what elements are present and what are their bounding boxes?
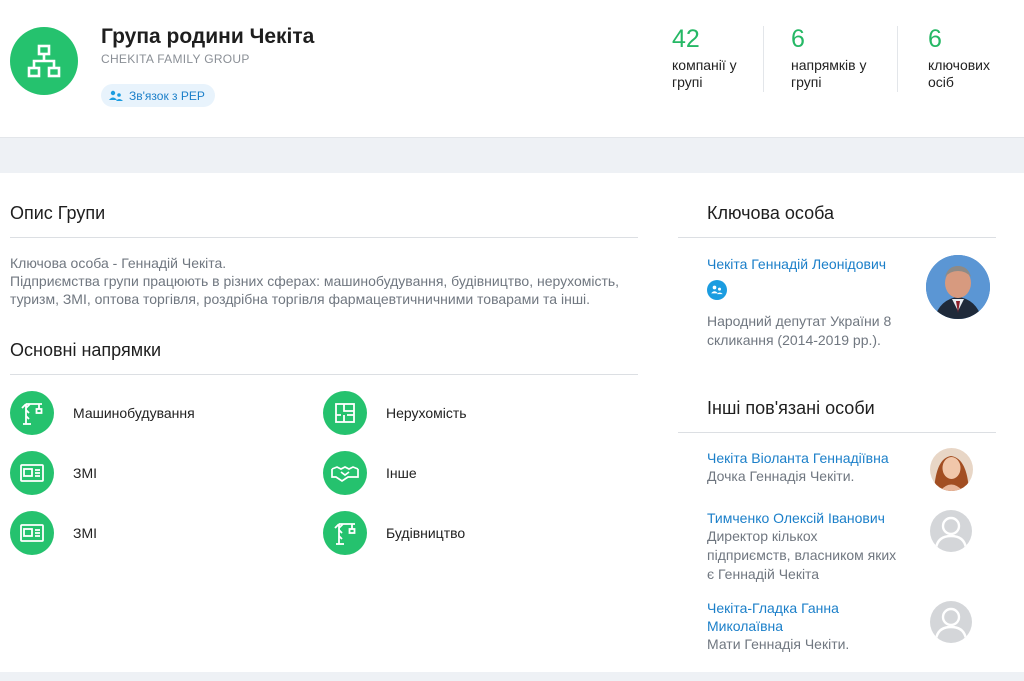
related-person-name[interactable]: Тимченко Олексій Іванович xyxy=(707,509,917,527)
related-person-name[interactable]: Чекіта Віоланта Геннадіївна xyxy=(707,449,917,467)
direction-label: ЗМІ xyxy=(73,465,98,481)
stat-label: ключових осіб xyxy=(928,57,990,90)
description-text: Ключова особа - Геннадій Чекіта. Підприє… xyxy=(10,255,620,307)
direction-label: Машинобудування xyxy=(73,405,195,421)
stat-value: 42 xyxy=(672,25,700,53)
group-logo xyxy=(10,27,78,95)
stat-key-persons: 6 ключових осіб xyxy=(928,26,990,91)
related-person-role: Директор кількох підприємств, власником … xyxy=(707,528,897,582)
direction-item[interactable]: ЗМІ xyxy=(10,451,97,495)
related-title: Інші пов'язані особи xyxy=(707,398,875,418)
crane-icon xyxy=(323,511,367,555)
related-person-name[interactable]: Чекіта-Гладка Ганна Миколаївна xyxy=(707,599,917,635)
divider xyxy=(10,374,638,375)
direction-label: Нерухомість xyxy=(386,405,467,421)
media-icon xyxy=(10,451,54,495)
handshake-icon xyxy=(323,451,367,495)
direction-label: Інше xyxy=(386,465,417,481)
related-person: Тимченко Олексій Іванович Директор кільк… xyxy=(707,509,917,584)
direction-label: ЗМІ xyxy=(73,525,98,541)
hierarchy-icon xyxy=(27,44,61,78)
page-subtitle: CHEKITA FAMILY GROUP xyxy=(101,52,250,66)
people-icon xyxy=(109,89,123,103)
stat-value: 6 xyxy=(791,25,805,53)
stat-directions: 6 напрямків у групі xyxy=(791,26,867,91)
key-person-avatar[interactable] xyxy=(926,255,990,319)
related-person: Чекіта-Гладка Ганна Миколаївна Мати Генна… xyxy=(707,599,917,654)
stat-companies: 42 компанії у групі xyxy=(672,26,737,91)
direction-item[interactable]: Машинобудування xyxy=(10,391,195,435)
floorplan-icon xyxy=(323,391,367,435)
related-person-role: Мати Геннадія Чекіти. xyxy=(707,636,850,652)
stat-value: 6 xyxy=(928,25,942,53)
divider xyxy=(678,432,996,433)
media-icon xyxy=(10,511,54,555)
default-avatar-icon[interactable] xyxy=(930,510,972,552)
direction-item[interactable]: Будівництво xyxy=(323,511,465,555)
directions-title: Основні напрямки xyxy=(10,340,162,360)
related-person-role: Дочка Геннадія Чекіти. xyxy=(707,468,855,484)
stat-label: напрямків у групі xyxy=(791,57,867,90)
pep-link-button[interactable]: Зв'язок з PEP xyxy=(101,84,215,107)
pep-link-label: Зв'язок з PEP xyxy=(129,88,205,103)
stat-divider xyxy=(763,26,764,92)
divider xyxy=(10,237,638,238)
page-title: Група родини Чекіта xyxy=(101,25,315,48)
crane-icon xyxy=(10,391,54,435)
direction-item[interactable]: Нерухомість xyxy=(323,391,467,435)
direction-item[interactable]: Інше xyxy=(323,451,417,495)
direction-item[interactable]: ЗМІ xyxy=(10,511,97,555)
group-header: Група родини Чекіта CHEKITA FAMILY GROUP… xyxy=(0,0,1024,138)
default-avatar-icon[interactable] xyxy=(930,601,972,643)
stat-divider xyxy=(897,26,898,92)
pep-icon xyxy=(707,280,727,300)
related-person-avatar[interactable] xyxy=(930,448,973,491)
stat-label: компанії у групі xyxy=(672,57,737,90)
key-person-card: Чекіта Геннадій Леонідович Народний депу… xyxy=(707,255,917,350)
divider xyxy=(678,237,996,238)
main-content: Опис Групи Ключова особа - Геннадій Чекі… xyxy=(0,173,1024,672)
key-person-role: Народний депутат України 8 скликання (201… xyxy=(707,313,892,348)
key-person-name[interactable]: Чекіта Геннадій Леонідович xyxy=(707,255,917,273)
description-title: Опис Групи xyxy=(10,203,106,223)
related-person: Чекіта Віоланта Геннадіївна Дочка Геннад… xyxy=(707,449,917,486)
key-person-title: Ключова особа xyxy=(707,203,834,223)
direction-label: Будівництво xyxy=(386,525,466,541)
